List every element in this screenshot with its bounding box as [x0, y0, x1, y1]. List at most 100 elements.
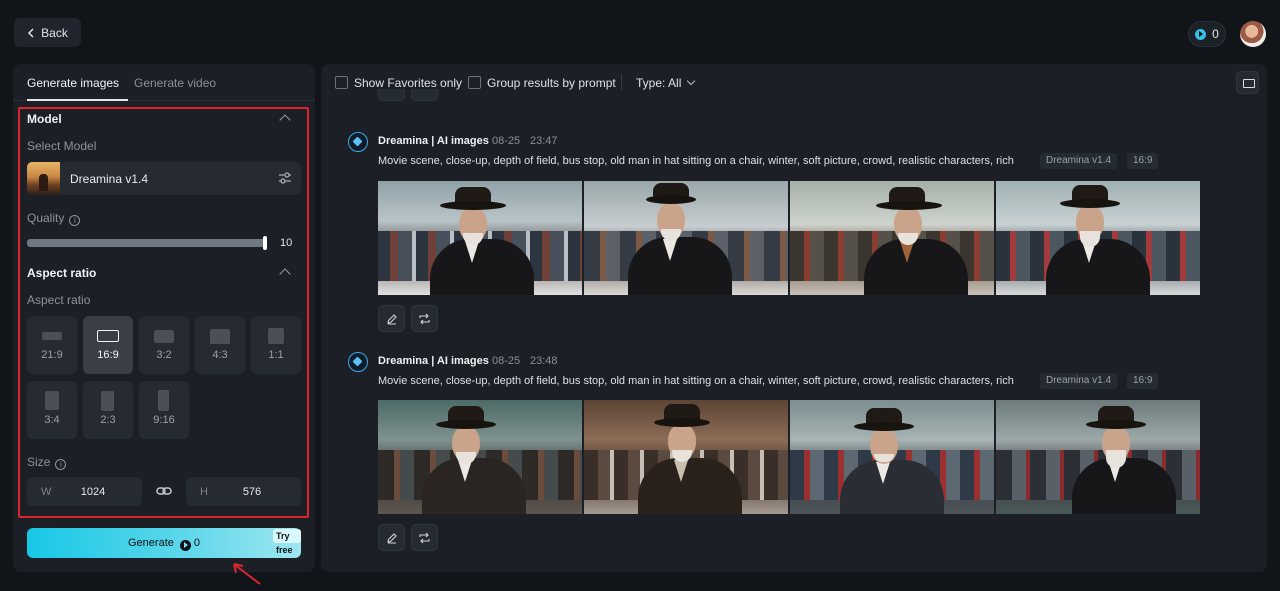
ratio-2-3-icon: [101, 391, 114, 411]
height-field[interactable]: H 576: [186, 477, 301, 506]
aspect-option-3-2[interactable]: 3:2: [139, 316, 189, 374]
generation-panel: Generate images Generate video Model Sel…: [13, 64, 315, 572]
settings-sliders-icon[interactable]: [278, 172, 292, 184]
annotation-arrow-icon: [233, 563, 261, 585]
ratio-16-9-icon: [97, 330, 119, 342]
credit-coin-icon: [179, 539, 191, 551]
entry-time: 23:47: [530, 135, 558, 147]
pencil-icon: [386, 313, 397, 324]
edit-button[interactable]: [378, 524, 405, 551]
aspect-option-2-3[interactable]: 2:3: [83, 381, 133, 439]
aspect-option-21-9[interactable]: 21:9: [27, 316, 77, 374]
model-thumbnail: [27, 162, 60, 195]
aspect-section-title: Aspect ratio: [27, 266, 97, 280]
generated-image[interactable]: [790, 181, 994, 295]
generate-label: Generate 0: [27, 537, 301, 551]
width-field[interactable]: W 1024: [27, 477, 142, 506]
generated-image[interactable]: [996, 400, 1200, 514]
credit-coin-icon: [1195, 28, 1207, 40]
ratio-tag: 16:9: [1127, 153, 1159, 169]
image-row: [378, 181, 1200, 295]
entry-date: 08-25: [492, 355, 521, 367]
size-label: Size i: [27, 455, 67, 470]
avatar[interactable]: [1240, 21, 1266, 47]
entry-date: 08-25: [492, 135, 521, 147]
ratio-4-3-icon: [210, 329, 230, 344]
chevron-down-icon: [687, 76, 696, 86]
generate-cost: 0: [193, 537, 200, 549]
pencil-icon: [386, 532, 397, 543]
ratio-3-4-icon: [45, 391, 59, 410]
ratio-label: 9:16: [153, 414, 175, 426]
aspect-option-9-16[interactable]: 9:16: [139, 381, 189, 439]
group-checkbox[interactable]: [468, 76, 481, 89]
entry-author: Dreamina | AI images: [378, 135, 489, 147]
edit-button-partial[interactable]: [378, 89, 405, 101]
ratio-21-9-icon: [42, 332, 62, 340]
link-icon[interactable]: [156, 484, 172, 498]
aspect-option-1-1[interactable]: 1:1: [251, 316, 301, 374]
ratio-label: 3:2: [156, 349, 172, 361]
regenerate-button-partial[interactable]: [411, 89, 438, 101]
width-value: 1024: [80, 486, 106, 498]
entry-time: 23:48: [530, 355, 558, 367]
model-name: Dreamina v1.4: [70, 172, 149, 186]
info-icon[interactable]: i: [55, 459, 67, 470]
chevron-left-icon: [28, 27, 34, 38]
ratio-label: 16:9: [97, 349, 119, 361]
back-label: Back: [41, 25, 68, 40]
model-section-title: Model: [27, 112, 62, 126]
ratio-label: 3:4: [44, 414, 60, 426]
ratio-9-16-icon: [158, 390, 169, 411]
credits-count: 0: [1212, 27, 1219, 41]
generated-image[interactable]: [790, 400, 994, 514]
generate-text: Generate: [128, 537, 174, 549]
entry-prompt: Movie scene, close-up, depth of field, b…: [378, 375, 1014, 387]
ratio-tag: 16:9: [1127, 373, 1159, 389]
credits-pill[interactable]: 0: [1188, 21, 1226, 47]
back-button[interactable]: Back: [14, 18, 81, 47]
group-label[interactable]: Group results by prompt: [487, 76, 616, 90]
quality-value: 10: [280, 237, 293, 249]
active-tab-indicator: [27, 99, 128, 101]
quality-slider-handle[interactable]: [263, 236, 267, 250]
tab-generate-video[interactable]: Generate video: [134, 76, 216, 90]
top-bar: Back 0: [0, 0, 1280, 64]
aspect-option-3-4[interactable]: 3:4: [27, 381, 77, 439]
tab-generate-images[interactable]: Generate images: [27, 76, 119, 90]
width-prefix: W: [41, 486, 52, 498]
ratio-label: 4:3: [212, 349, 228, 361]
quality-slider[interactable]: [27, 239, 265, 247]
quality-label: Quality i: [27, 211, 81, 226]
aspect-ratio-label: Aspect ratio: [27, 293, 91, 307]
generated-image[interactable]: [378, 400, 582, 514]
quality-label-text: Quality: [27, 211, 65, 225]
ratio-1-1-icon: [268, 328, 284, 344]
entry-author: Dreamina | AI images: [378, 355, 489, 367]
size-label-text: Size: [27, 455, 51, 469]
type-filter-label: Type: All: [636, 76, 682, 90]
aspect-option-4-3[interactable]: 4:3: [195, 316, 245, 374]
height-prefix: H: [200, 486, 208, 498]
generated-image[interactable]: [584, 181, 788, 295]
repeat-icon: [419, 532, 430, 543]
generated-image[interactable]: [378, 181, 582, 295]
edit-button[interactable]: [378, 305, 405, 332]
generated-image[interactable]: [584, 400, 788, 514]
model-select[interactable]: Dreamina v1.4: [27, 162, 301, 195]
generate-button[interactable]: Generate 0 Try free: [27, 528, 301, 558]
ratio-label: 21:9: [41, 349, 63, 361]
aspect-option-16-9[interactable]: 16:9: [83, 316, 133, 374]
regenerate-button[interactable]: [411, 524, 438, 551]
dreamina-logo-icon: [348, 132, 368, 152]
panel-tabs: Generate images Generate video: [13, 64, 315, 101]
favorites-label[interactable]: Show Favorites only: [354, 76, 462, 90]
generated-image[interactable]: [996, 181, 1200, 295]
ratio-label: 1:1: [268, 349, 284, 361]
folder-button[interactable]: [1236, 71, 1259, 94]
info-icon[interactable]: i: [69, 215, 81, 226]
favorites-checkbox[interactable]: [335, 76, 348, 89]
regenerate-button[interactable]: [411, 305, 438, 332]
type-filter-select[interactable]: Type: All: [636, 76, 696, 90]
select-model-label: Select Model: [27, 139, 97, 153]
